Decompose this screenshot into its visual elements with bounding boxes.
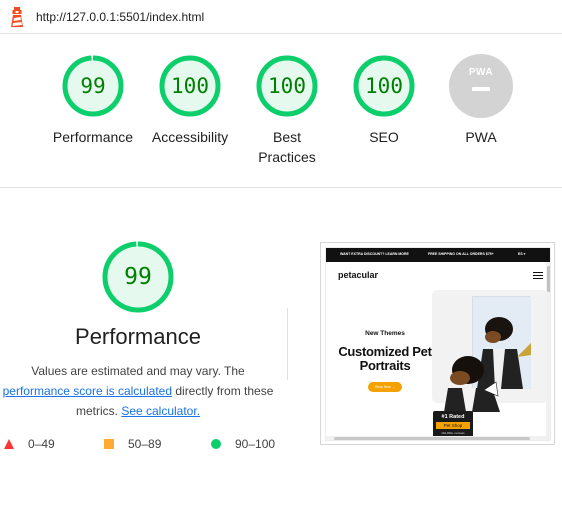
green-circle-icon [211, 439, 221, 449]
shop-now-label: Shop Now → [374, 385, 396, 389]
promo-right: ES ▾ [518, 252, 526, 256]
performance-gauge: 99 [101, 240, 175, 314]
badge-title: #1 Rated [441, 414, 465, 420]
score-gauge: 99 [61, 54, 125, 118]
rating-badge: #1 Rated Pet Shop 119,000+ reviews [433, 411, 473, 438]
vertical-separator [287, 308, 288, 380]
score-calculated-link[interactable]: performance score is calculated [3, 384, 172, 398]
promo-left: WANT EXTRA DISCOUNT? LEARN MORE [340, 252, 409, 256]
score-value: 100 [268, 74, 306, 98]
hero-title: Customized Pet Portraits [338, 344, 432, 373]
gauge-label: PWA [465, 129, 497, 145]
browser-address-bar: http://127.0.0.1:5501/index.html [0, 0, 562, 34]
red-triangle-icon [4, 439, 14, 449]
gauge-pwa[interactable]: PWA PWA [431, 54, 531, 147]
performance-title: Performance [75, 324, 201, 349]
score-value: 99 [80, 74, 106, 98]
badge-pill: Pet Shop [436, 422, 470, 429]
horizontal-scroll-thumb [334, 437, 530, 440]
brand-logo: petacular [338, 270, 379, 280]
badge-sub: Pet Shop [443, 423, 463, 428]
badge-reviews: 119,000+ reviews [441, 431, 465, 435]
gauge-performance[interactable]: 99 Performance [43, 54, 143, 147]
gauge-label: Accessibility [151, 129, 229, 145]
legend-range: 90–100 [235, 437, 276, 451]
section-divider [0, 187, 562, 188]
hero-subtitle: New Themes [365, 330, 405, 337]
url-text[interactable]: http://127.0.0.1:5501/index.html [36, 10, 204, 24]
gauge-seo[interactable]: 100 SEO [334, 54, 434, 147]
pwa-badge-text: PWA [468, 67, 494, 78]
see-calculator-link[interactable]: See calculator. [121, 404, 200, 418]
gauge-accessibility[interactable]: 100 Accessibility [140, 54, 240, 147]
pwa-badge-icon: PWA [449, 54, 513, 118]
lighthouse-icon [11, 7, 23, 27]
score-gauge: 100 [255, 54, 319, 118]
promo-center: FREE SHIPPING ON ALL ORDERS $75+ [428, 252, 494, 256]
gauge-best-practices[interactable]: 100 Best Practices [237, 54, 337, 167]
gauge-label: SEO [369, 129, 399, 145]
desc-prefix: Values are estimated and may vary. The [31, 364, 245, 378]
final-screenshot-thumbnail[interactable]: WANT EXTRA DISCOUNT? LEARN MORE FREE SHI… [320, 242, 555, 445]
score-value: 100 [171, 74, 209, 98]
promo-bar: WANT EXTRA DISCOUNT? LEARN MORE FREE SHI… [326, 248, 550, 262]
shop-now-button: Shop Now → [368, 382, 402, 392]
score-gauge: 100 [158, 54, 222, 118]
dog-portrait-image [444, 356, 500, 412]
performance-score: 99 [124, 264, 152, 290]
orange-square-icon [104, 439, 114, 449]
page-preview: WANT EXTRA DISCOUNT? LEARN MORE FREE SHI… [325, 247, 551, 441]
menu-icon [533, 272, 543, 280]
score-gauge: 100 [352, 54, 416, 118]
gauge-label: Performance [52, 129, 134, 145]
legend-range: 0–49 [28, 437, 55, 451]
performance-description: Values are estimated and may vary. The p… [0, 361, 276, 421]
pwa-dash [472, 87, 490, 91]
vertical-scroll-thumb [547, 266, 550, 292]
legend-range: 50–89 [128, 437, 162, 451]
gauge-label: Best Practices [258, 129, 316, 165]
score-value: 100 [365, 74, 403, 98]
